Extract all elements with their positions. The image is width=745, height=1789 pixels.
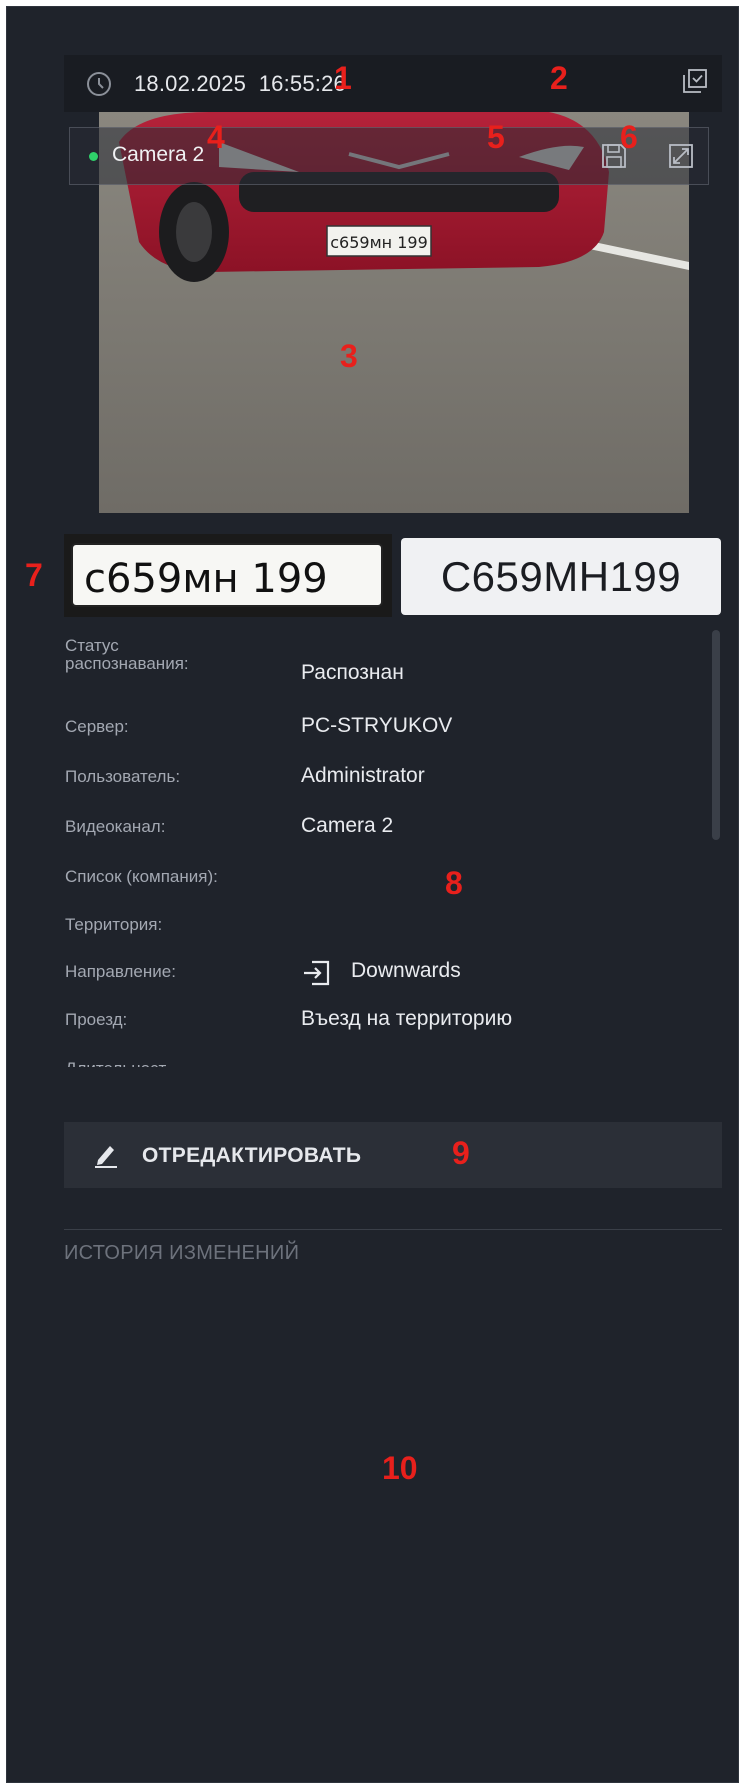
detail-value: Распознан	[301, 661, 404, 684]
details-scrollbar[interactable]	[712, 630, 720, 1067]
clock-icon	[87, 72, 111, 96]
detail-value: Downwards	[351, 959, 461, 982]
detail-label: Проезд:	[65, 1010, 128, 1029]
annotation-10: 10	[382, 1450, 418, 1486]
annotation-5: 5	[487, 119, 505, 155]
detail-value: Administrator	[301, 764, 425, 787]
event-date: 18.02.2025	[134, 71, 247, 96]
details-scrollbar-thumb[interactable]	[712, 630, 720, 840]
detail-label: Направление:	[65, 962, 176, 981]
event-time: 16:55:26	[258, 71, 346, 96]
edit-button[interactable]: ОТРЕДАКТИРОВАТЬ	[64, 1122, 722, 1188]
entry-direction-icon	[304, 960, 330, 986]
detail-label: Статус распознавания:	[65, 637, 189, 673]
detail-value: Camera 2	[301, 814, 394, 837]
expand-icon[interactable]	[667, 142, 695, 170]
event-datetime: 18.02.2025 16:55:26	[134, 71, 346, 97]
history-title: ИСТОРИЯ ИЗМЕНЕНИЙ	[64, 1242, 300, 1264]
detail-label: Пользователь:	[65, 767, 181, 786]
detail-label: Территория:	[65, 915, 163, 934]
detail-label: Видеоканал:	[65, 817, 166, 836]
camera-overlay-bar: Camera 2	[69, 127, 709, 185]
annotation-4: 4	[207, 119, 225, 155]
export-frames-icon[interactable]	[682, 68, 708, 94]
annotation-9: 9	[452, 1135, 470, 1171]
annotation-2: 2	[550, 60, 568, 96]
edit-button-label: ОТРЕДАКТИРОВАТЬ	[142, 1144, 362, 1167]
camera-status-dot	[89, 152, 98, 161]
recognized-plate-box: C659MH199	[401, 538, 721, 615]
detail-value: Въезд на территорию	[301, 1007, 513, 1030]
camera-name[interactable]: Camera 2	[112, 143, 204, 167]
plate-crop-image: c659мн 199	[64, 534, 392, 617]
event-details-list: Статус распознавания: Распознан Сервер: …	[65, 637, 705, 1067]
detail-value: PC-STRYUKOV	[301, 714, 453, 737]
detail-label: Список (компания):	[65, 867, 218, 886]
section-divider	[64, 1229, 722, 1230]
annotation-7: 7	[25, 557, 43, 593]
annotation-8: 8	[445, 865, 463, 901]
annotation-1: 1	[334, 60, 352, 96]
change-history-area	[64, 1277, 722, 1777]
event-details-panel: 18.02.2025 16:55:26 c659мн 199 3 Camera …	[6, 6, 739, 1783]
detail-label: Длительност	[65, 1059, 285, 1067]
annotation-3: 3	[340, 338, 358, 374]
pencil-icon	[95, 1146, 117, 1168]
annotation-6: 6	[620, 119, 638, 155]
car-plate-text: c659мн 199	[330, 233, 428, 252]
recognized-plate-number: C659MH199	[440, 552, 682, 600]
detail-label: Сервер:	[65, 717, 129, 736]
event-header: 18.02.2025 16:55:26	[64, 55, 722, 112]
plate-crop-text: c659мн 199	[84, 556, 328, 602]
